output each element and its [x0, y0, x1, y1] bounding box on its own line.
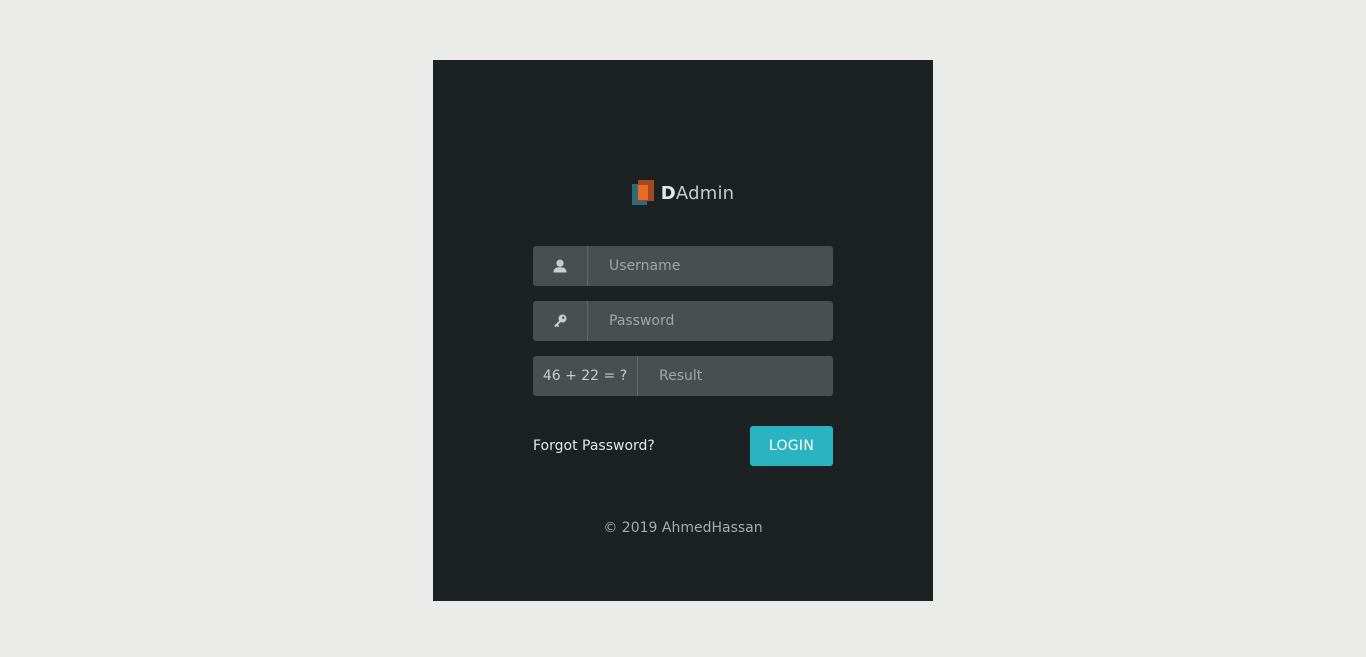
username-field	[533, 246, 833, 286]
captcha-result-input[interactable]	[638, 356, 833, 396]
username-input[interactable]	[588, 246, 833, 286]
user-icon	[553, 259, 567, 273]
key-icon	[554, 314, 567, 328]
password-field	[533, 301, 833, 341]
brand-initial: D	[660, 182, 676, 204]
captcha-field: 46 + 22 = ?	[533, 356, 833, 396]
logo-icon	[631, 180, 654, 206]
username-addon	[533, 246, 588, 286]
brand-rest: Admin	[675, 182, 735, 204]
captcha-question: 46 + 22 = ?	[533, 356, 638, 396]
password-input[interactable]	[588, 301, 833, 341]
forgot-password-link[interactable]: Forgot Password?	[533, 438, 655, 454]
login-panel: DAdmin Login to your account 46 + 22 = ?…	[433, 60, 933, 601]
login-actions: Forgot Password? LOGIN	[533, 426, 833, 466]
brand-name: DAdmin	[661, 183, 735, 204]
brand: DAdmin	[433, 180, 933, 206]
copyright: © 2019 AhmedHassan	[603, 520, 763, 536]
password-addon	[533, 301, 588, 341]
login-button[interactable]: LOGIN	[750, 426, 833, 466]
